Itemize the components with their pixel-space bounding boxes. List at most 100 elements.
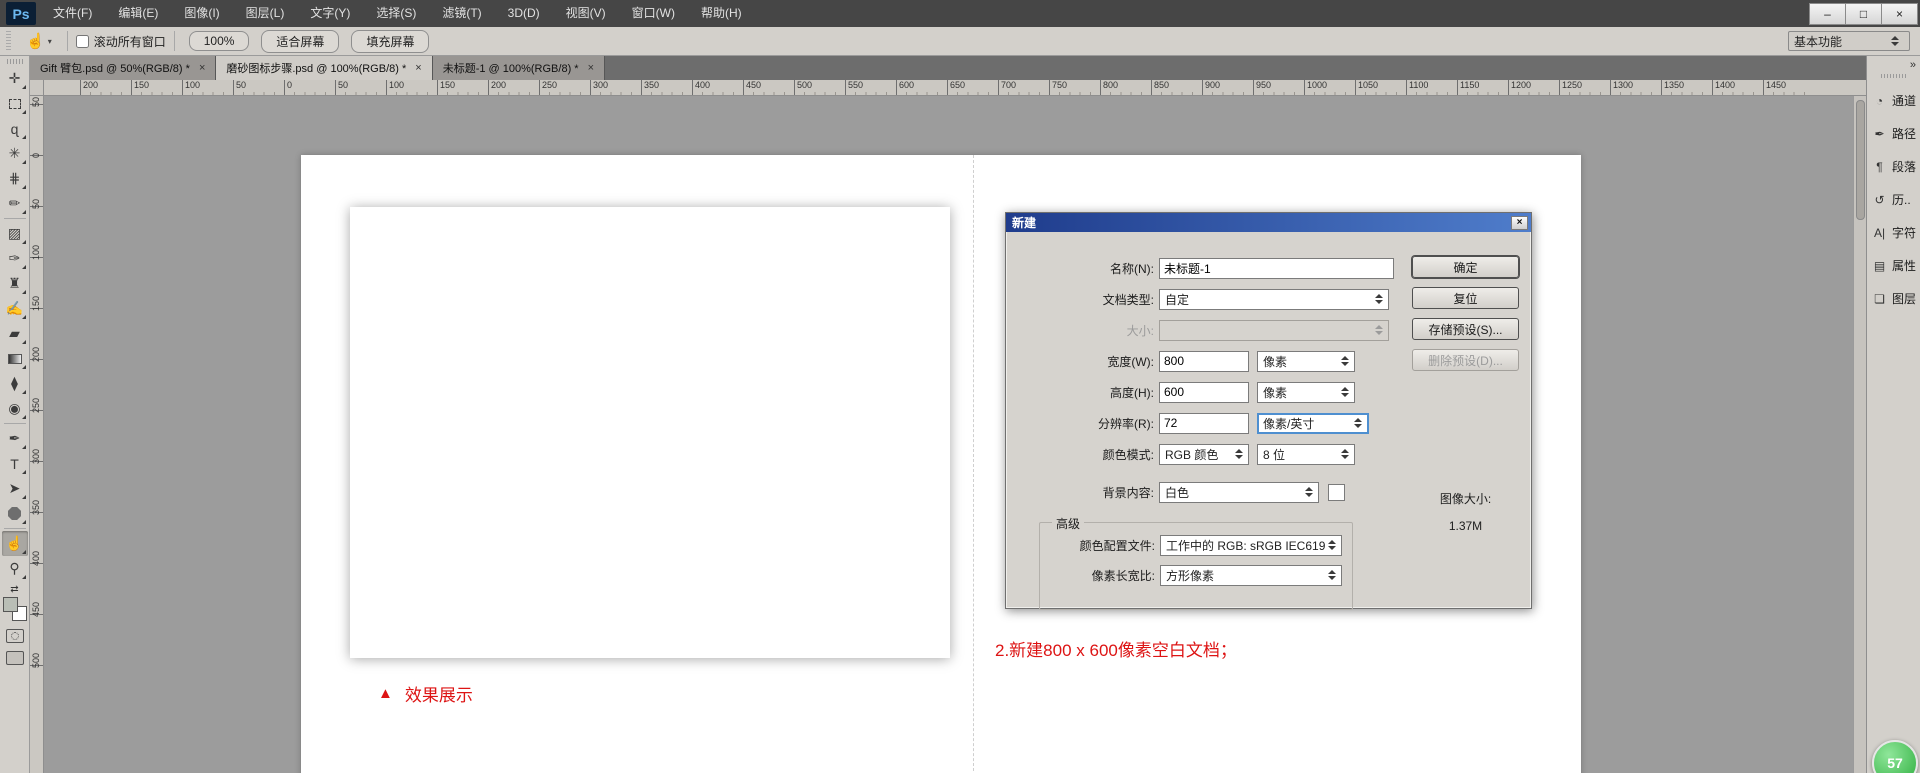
options-grip [6, 31, 11, 51]
background-contents-label: 背景内容: [1006, 484, 1159, 501]
subtool-indicator [22, 365, 26, 369]
expand-panels-icon[interactable]: » [1910, 59, 1916, 71]
menu-item[interactable]: 滤镜(T) [429, 0, 494, 27]
subtool-indicator [22, 550, 26, 554]
document-tab[interactable]: 磨砂图标步骤.psd @ 100%(RGB/8) * × [216, 56, 432, 80]
marquee-tool[interactable] [2, 91, 28, 116]
quick-mask-icon[interactable] [6, 629, 24, 643]
scrollbar-thumb[interactable] [1856, 100, 1865, 220]
color-mode-select[interactable]: RGB 颜色 [1159, 444, 1249, 465]
fit-screen-button[interactable]: 适合屏幕 [261, 30, 339, 53]
document-tab[interactable]: 未标题-1 @ 100%(RGB/8) *× [433, 56, 605, 80]
background-contents-select[interactable]: 白色 [1159, 482, 1319, 503]
path-selection-tool[interactable]: ➤ [2, 476, 28, 501]
subtool-indicator [22, 390, 26, 394]
lasso-tool[interactable]: ɋ [2, 116, 28, 141]
gradient-tool[interactable] [2, 346, 28, 371]
subtool-indicator [22, 315, 26, 319]
menu-item[interactable]: 窗口(W) [619, 0, 688, 27]
hand-tool[interactable]: ☝ [2, 531, 28, 556]
scroll-all-windows-checkbox[interactable] [76, 35, 89, 48]
tab-label: 磨砂图标步骤.psd @ 100%(RGB/8) * [226, 60, 406, 76]
name-input[interactable] [1159, 258, 1394, 279]
tab-close-icon[interactable]: × [588, 62, 594, 74]
menu-item[interactable]: 图层(L) [233, 0, 298, 27]
subtool-indicator [22, 445, 26, 449]
background-color-swatch[interactable] [1328, 484, 1345, 501]
resolution-unit-select[interactable]: 像素/英寸 [1257, 413, 1369, 434]
menu-item[interactable]: 视图(V) [553, 0, 619, 27]
menu-item[interactable]: 帮助(H) [688, 0, 755, 27]
dialog-close-icon[interactable]: × [1511, 216, 1528, 230]
zoom-tool[interactable]: ⚲ [2, 556, 28, 581]
eraser-tool[interactable]: ▰ [2, 321, 28, 346]
clone-stamp-tool[interactable]: ♜ [2, 271, 28, 296]
width-unit-select[interactable]: 像素 [1257, 351, 1355, 372]
menu-item[interactable]: 图像(I) [171, 0, 232, 27]
blur-tool[interactable]: ⧫ [2, 371, 28, 396]
resolution-input[interactable] [1159, 413, 1249, 434]
swap-colors-icon[interactable]: ⇄ [10, 584, 18, 595]
lasso-tool-glyph: ɋ [11, 121, 19, 137]
foreground-color-swatch[interactable] [3, 597, 18, 612]
dock-panel-paths[interactable]: ✒路径 [1867, 117, 1920, 150]
ruler-tick-label: 1100 [1406, 80, 1457, 95]
maximize-icon[interactable]: □ [1845, 3, 1882, 25]
vertical-scrollbar[interactable] [1853, 96, 1866, 773]
quick-selection-tool[interactable]: ✳ [2, 141, 28, 166]
height-unit-select[interactable]: 像素 [1257, 382, 1355, 403]
pen-tool[interactable]: ✒ [2, 426, 28, 451]
dock-panel-layers[interactable]: ❏图层 [1867, 282, 1920, 315]
quick-selection-tool-glyph: ✳ [9, 145, 21, 162]
dialog-title-bar[interactable]: 新建 × [1006, 213, 1531, 232]
menu-item[interactable]: 3D(D) [495, 0, 553, 27]
ruler-tick-label: 1150 [1457, 80, 1508, 95]
menu-item[interactable]: 编辑(E) [105, 0, 171, 27]
dock-panel-paragraph[interactable]: ¶段落 [1867, 150, 1920, 183]
subtool-indicator [22, 575, 26, 579]
shape-tool[interactable] [2, 501, 28, 526]
move-tool[interactable]: ✛ [2, 66, 28, 91]
spinner-icon [1338, 387, 1352, 397]
height-input[interactable] [1159, 382, 1249, 403]
ruler-tick-label: 150 [437, 80, 488, 95]
ruler-tick-label: 500 [794, 80, 845, 95]
current-tool-button[interactable]: ☝ ▾ [19, 30, 59, 52]
bit-depth-select[interactable]: 8 位 [1257, 444, 1355, 465]
pixel-aspect-value: 方形像素 [1166, 567, 1325, 584]
ruler-tick-label: 550 [845, 80, 896, 95]
ok-button[interactable]: 确定 [1412, 256, 1519, 278]
dodge-tool[interactable]: ◉ [2, 396, 28, 421]
document-tab[interactable]: Gift 臂包.psd @ 50%(RGB/8) *× [30, 56, 216, 80]
dock-panel-history[interactable]: ↺历.. [1867, 183, 1920, 216]
tab-close-icon[interactable]: × [199, 62, 205, 74]
dock-panel-character[interactable]: A|字符 [1867, 216, 1920, 249]
type-tool-glyph: T [10, 456, 19, 472]
zoom-100-button[interactable]: 100% [189, 31, 250, 51]
document-type-select[interactable]: 自定 [1159, 289, 1389, 310]
reset-button[interactable]: 复位 [1412, 287, 1519, 309]
screen-mode-icon[interactable] [6, 651, 24, 665]
menu-item[interactable]: 文件(F) [40, 0, 105, 27]
menu-item[interactable]: 选择(S) [363, 0, 429, 27]
color-profile-select[interactable]: 工作中的 RGB: sRGB IEC619... [1160, 535, 1342, 556]
close-icon[interactable]: × [1881, 3, 1918, 25]
healing-brush-tool[interactable]: ▨ [2, 221, 28, 246]
minimize-icon[interactable]: – [1809, 3, 1846, 25]
brush-tool[interactable]: ✑ [2, 246, 28, 271]
fill-screen-button[interactable]: 填充屏幕 [351, 30, 429, 53]
workspace-selector[interactable]: 基本功能 [1788, 31, 1910, 51]
dock-panel-channels[interactable]: ◔通道 [1867, 84, 1920, 117]
tab-close-icon[interactable]: × [415, 62, 421, 74]
subtool-indicator [22, 470, 26, 474]
crop-tool[interactable]: ⋕ [2, 166, 28, 191]
pixel-aspect-select[interactable]: 方形像素 [1160, 565, 1342, 586]
dock-panel-properties[interactable]: ▤属性 [1867, 249, 1920, 282]
type-tool[interactable]: T [2, 451, 28, 476]
width-input[interactable] [1159, 351, 1249, 372]
eyedropper-tool[interactable]: ✏ [2, 191, 28, 216]
history-brush-tool[interactable]: ✍ [2, 296, 28, 321]
ruler-tick-label: 200 [488, 80, 539, 95]
menu-item[interactable]: 文字(Y) [297, 0, 363, 27]
save-preset-button[interactable]: 存储预设(S)... [1412, 318, 1519, 340]
